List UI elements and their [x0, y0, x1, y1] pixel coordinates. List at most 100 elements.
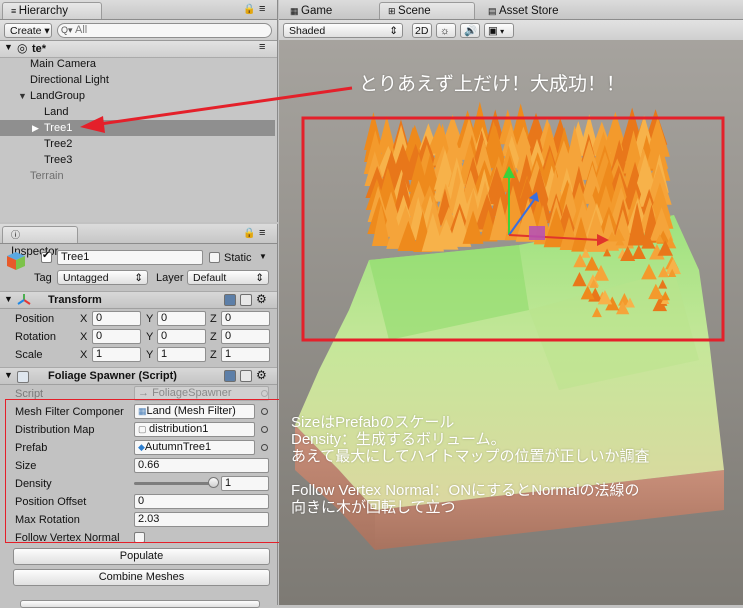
hierarchy-item-label: Tree3 — [44, 154, 73, 166]
axis-x-label: X — [80, 349, 88, 361]
active-checkbox[interactable]: ✔ — [41, 250, 52, 263]
transform-y-field[interactable]: 0 — [157, 311, 206, 326]
lock-icon[interactable]: 🔒 — [243, 228, 255, 239]
tag-dropdown[interactable]: Untagged ⇕ — [57, 270, 148, 285]
expand-arrow-icon[interactable]: ▼ — [4, 294, 13, 304]
transform-title: Transform — [48, 294, 102, 306]
foliage-spawner-header[interactable]: ▼ Foliage Spawner (Script) ⚙ — [0, 367, 277, 385]
lighting-toggle-button[interactable]: ☼ — [436, 23, 456, 38]
hierarchy-item[interactable]: Tree3 — [0, 152, 275, 168]
scene-viewport[interactable] — [279, 40, 743, 605]
object-picker-icon[interactable] — [261, 390, 268, 397]
create-button[interactable]: Create ▾ — [4, 23, 52, 38]
gear-icon[interactable]: ⚙ — [256, 368, 267, 382]
static-checkbox[interactable] — [209, 252, 220, 263]
search-field[interactable]: Q▾ All — [57, 23, 272, 38]
transform-z-field[interactable]: 0 — [221, 311, 270, 326]
annotation-line: あえて最大にしてハイトマップの位置が正しいか調査 — [291, 448, 650, 465]
preset-icon[interactable] — [240, 370, 252, 382]
layer-dropdown[interactable]: Default ⇕ — [187, 270, 269, 285]
hierarchy-item[interactable]: Directional Light — [0, 72, 275, 88]
lock-icon[interactable]: 🔒 — [243, 4, 255, 15]
tag-label: Tag — [34, 272, 52, 284]
annotation-line: SizeはPrefabのスケール — [291, 414, 455, 431]
tab-inspector[interactable]: ⓘ Inspector — [2, 226, 78, 258]
audio-toggle-button[interactable]: 🔊 — [460, 23, 480, 38]
tab-game[interactable]: ▦ Game — [281, 2, 373, 19]
image-icon: ▣ — [488, 25, 498, 37]
dropdown-arrow-icon: ⇕ — [134, 272, 143, 284]
list-icon: ≡ — [11, 6, 19, 16]
transform-x-field[interactable]: 0 — [92, 311, 141, 326]
hierarchy-item[interactable]: Main Camera — [0, 56, 275, 72]
annotation-line: 向きに木が回転して立つ — [291, 499, 456, 516]
sun-icon: ☼ — [440, 25, 450, 37]
transform-y-field[interactable]: 1 — [157, 347, 206, 362]
help-icon[interactable] — [224, 370, 236, 382]
success-annotation: とりあえず上だけ！大成功！！ — [359, 74, 626, 95]
populate-button[interactable]: Populate — [13, 548, 270, 565]
component-enabled-checkbox[interactable] — [17, 371, 29, 383]
dropdown-arrow-icon: ⇕ — [389, 25, 398, 37]
panel-menu-icon[interactable]: ≡ — [259, 3, 265, 15]
transform-header[interactable]: ▼ Transform ⚙ — [0, 291, 277, 309]
axis-y-label: Y — [146, 331, 154, 343]
layer-label: Layer — [156, 272, 184, 284]
transform-row-label: Position — [15, 313, 55, 325]
effects-toggle-button[interactable]: ▣ ▾ — [484, 23, 514, 38]
dropdown-arrow-icon: ⇕ — [255, 272, 264, 284]
help-icon[interactable] — [224, 294, 236, 306]
hierarchy-panel: ≡ Hierarchy 🔒 ≡ Create ▾ Q▾ All ▼ ◎ te* … — [0, 0, 278, 222]
collapse-arrow-icon[interactable]: ▶ — [32, 120, 39, 136]
transform-x-field[interactable]: 0 — [92, 329, 141, 344]
scene-name: te* — [32, 43, 47, 55]
properties-highlight-box — [5, 399, 282, 543]
preset-icon[interactable] — [240, 294, 252, 306]
axis-x-label: X — [80, 331, 88, 343]
gizmo-center[interactable] — [529, 226, 545, 240]
unity-scene-icon: ◎ — [17, 41, 28, 55]
component-title: Foliage Spawner (Script) — [48, 370, 177, 382]
shading-mode-dropdown[interactable]: Shaded ⇕ — [283, 23, 403, 38]
annotation-line: Density：生成するボリューム。 — [291, 431, 506, 448]
expand-arrow-icon[interactable]: ▼ — [18, 88, 27, 104]
gear-icon[interactable]: ⚙ — [256, 292, 267, 306]
expand-arrow-icon[interactable]: ▼ — [4, 42, 13, 52]
tab-scene[interactable]: ⊞ Scene — [379, 2, 475, 19]
hierarchy-list: Main Camera Directional Light ▼ LandGroup La… — [0, 56, 277, 192]
transform-icon — [17, 293, 31, 310]
scene-menu-icon[interactable]: ≡ — [259, 41, 265, 53]
script-file-icon: → — [138, 387, 153, 399]
dropdown-arrow-icon: ▾ — [497, 27, 505, 36]
partial-button[interactable] — [20, 600, 260, 608]
combine-meshes-button[interactable]: Combine Meshes — [13, 569, 270, 586]
cube-icon — [5, 250, 27, 272]
axis-x-label: X — [80, 313, 88, 325]
tab-asset-store[interactable]: ▤ Asset Store — [479, 2, 575, 19]
hierarchy-item[interactable]: ▼ LandGroup — [0, 88, 275, 104]
expand-arrow-icon[interactable]: ▼ — [4, 370, 13, 380]
search-icon: Q▾ — [61, 25, 73, 35]
transform-x-field[interactable]: 1 — [92, 347, 141, 362]
game-icon: ▦ — [290, 6, 302, 16]
transform-z-field[interactable]: 0 — [221, 329, 270, 344]
transform-row-label: Rotation — [15, 331, 56, 343]
hierarchy-item[interactable]: Tree2 — [0, 136, 275, 152]
static-dropdown-icon[interactable]: ▼ — [259, 252, 267, 261]
hierarchy-item-label: Tree2 — [44, 138, 73, 150]
speaker-icon: 🔊 — [464, 25, 478, 37]
2d-toggle-button[interactable]: 2D — [412, 23, 432, 38]
tab-hierarchy[interactable]: ≡ Hierarchy — [2, 2, 102, 19]
transform-z-field[interactable]: 1 — [221, 347, 270, 362]
hierarchy-item[interactable]: ▶ Tree1 — [0, 120, 275, 136]
hierarchy-item[interactable]: Land — [0, 104, 275, 120]
transform-row-label: Scale — [15, 349, 43, 361]
axis-z-label: Z — [210, 349, 217, 361]
axis-z-label: Z — [210, 313, 217, 325]
transform-y-field[interactable]: 0 — [157, 329, 206, 344]
hierarchy-item-label: Tree1 — [44, 122, 73, 134]
panel-menu-icon[interactable]: ≡ — [259, 227, 265, 239]
scene-panel: ▦ Game ⊞ Scene ▤ Asset Store Shaded ⇕ 2D … — [279, 0, 743, 605]
object-name-field[interactable]: Tree1 — [57, 250, 203, 265]
hierarchy-item[interactable]: Terrain — [0, 168, 275, 184]
